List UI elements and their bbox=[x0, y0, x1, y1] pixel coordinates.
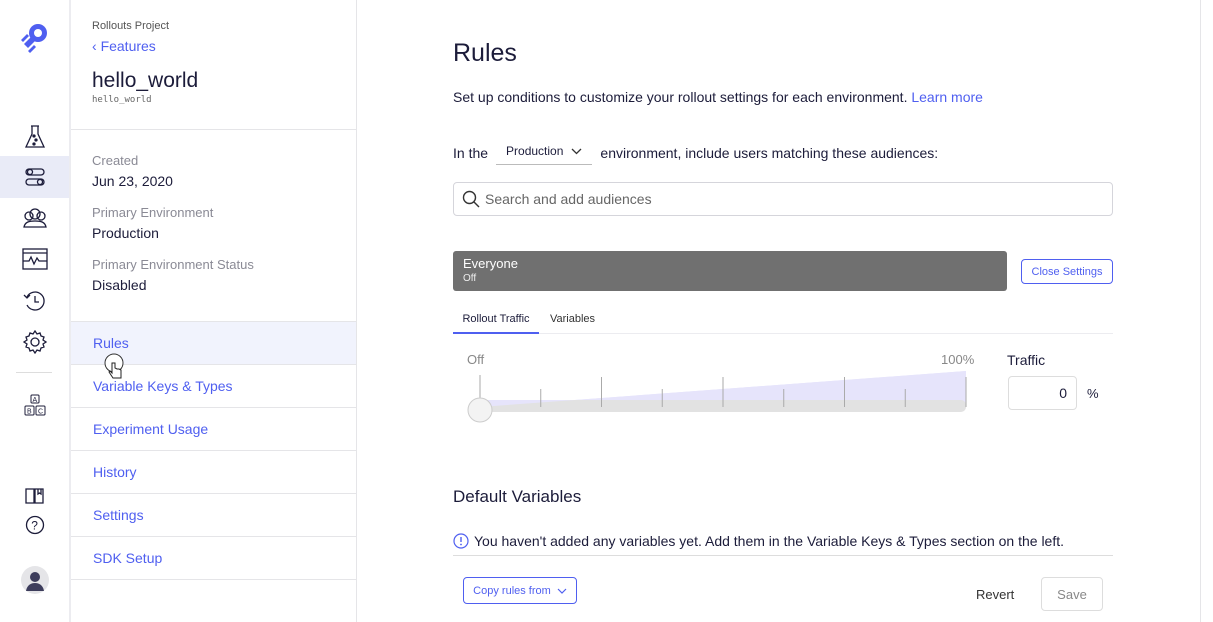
traffic-label: Traffic bbox=[1007, 352, 1046, 368]
rocket-logo-icon[interactable] bbox=[0, 20, 69, 54]
environment-dropdown[interactable]: Production bbox=[496, 144, 593, 165]
back-link-label: Features bbox=[100, 38, 156, 54]
primary-env-value: Production bbox=[92, 225, 159, 241]
history-icon[interactable] bbox=[0, 288, 69, 314]
save-button[interactable]: Save bbox=[1041, 577, 1103, 611]
settings-gear-icon[interactable] bbox=[0, 329, 69, 355]
svg-text:C: C bbox=[38, 409, 43, 416]
back-to-features-link[interactable]: ‹ Features bbox=[92, 38, 156, 54]
rule-name: Everyone bbox=[463, 256, 518, 271]
feature-sidebar: Rollouts Project ‹ Features hello_world … bbox=[71, 0, 357, 622]
feature-name: hello_world bbox=[92, 69, 199, 92]
search-placeholder: Search and add audiences bbox=[485, 191, 652, 207]
monitoring-icon[interactable] bbox=[0, 246, 69, 272]
nav-experiment-usage[interactable]: Experiment Usage bbox=[71, 408, 356, 451]
created-label: Created bbox=[92, 153, 139, 168]
copy-rules-label: Copy rules from bbox=[473, 584, 551, 597]
feature-key: hello_world bbox=[92, 95, 152, 105]
rule-everyone-bar[interactable]: Everyone Off bbox=[453, 251, 1007, 291]
hand-cursor-icon bbox=[104, 353, 124, 379]
project-name: Rollouts Project bbox=[92, 20, 170, 32]
no-variables-notice: You haven't added any variables yet. Add… bbox=[453, 533, 1064, 549]
default-variables-title: Default Variables bbox=[453, 487, 582, 506]
page-description: Set up conditions to customize your roll… bbox=[453, 89, 983, 105]
environment-value: Production bbox=[506, 144, 564, 158]
help-icon[interactable]: ? bbox=[0, 514, 69, 536]
tabs-divider bbox=[453, 333, 1113, 334]
chevron-down-icon bbox=[557, 588, 567, 594]
primary-env-label: Primary Environment bbox=[92, 205, 214, 220]
audiences-icon[interactable] bbox=[0, 204, 69, 232]
nav-sdk-setup[interactable]: SDK Setup bbox=[71, 537, 356, 580]
user-avatar[interactable] bbox=[0, 565, 69, 595]
icon-rail: ABC ? bbox=[0, 0, 71, 622]
revert-button[interactable]: Revert bbox=[976, 587, 1014, 602]
traffic-unit: % bbox=[1087, 386, 1099, 401]
rules-main: Rules Set up conditions to customize you… bbox=[357, 0, 1200, 622]
traffic-input[interactable]: 0 bbox=[1008, 376, 1077, 410]
environment-sentence: In the Production environment, include u… bbox=[453, 142, 939, 165]
description-text: Set up conditions to customize your roll… bbox=[453, 89, 908, 105]
info-exclamation-icon bbox=[453, 533, 469, 549]
close-settings-button[interactable]: Close Settings bbox=[1021, 259, 1113, 284]
divider bbox=[71, 129, 356, 130]
abc-variables-icon[interactable]: ABC bbox=[0, 393, 69, 419]
learn-more-link[interactable]: Learn more bbox=[911, 89, 983, 105]
docs-book-icon[interactable] bbox=[0, 486, 69, 506]
svg-text:A: A bbox=[32, 397, 37, 404]
tab-variables[interactable]: Variables bbox=[550, 313, 595, 325]
rule-status: Off bbox=[463, 273, 477, 284]
slider-handle bbox=[467, 397, 493, 423]
features-toggle-icon[interactable] bbox=[0, 156, 69, 198]
nav-settings[interactable]: Settings bbox=[71, 494, 356, 537]
search-icon bbox=[462, 190, 480, 208]
rail-divider bbox=[16, 372, 52, 373]
chevron-down-icon bbox=[571, 148, 582, 154]
experiments-flask-icon[interactable] bbox=[0, 122, 69, 152]
traffic-slider[interactable] bbox=[457, 365, 977, 425]
nav-history[interactable]: History bbox=[71, 451, 356, 494]
scrollbar[interactable] bbox=[1200, 0, 1213, 622]
tab-rollout-traffic[interactable]: Rollout Traffic bbox=[453, 313, 539, 334]
notice-text: You haven't added any variables yet. Add… bbox=[474, 533, 1065, 549]
primary-env-status-value: Disabled bbox=[92, 277, 147, 293]
copy-rules-dropdown[interactable]: Copy rules from bbox=[463, 577, 577, 604]
svg-text:?: ? bbox=[31, 519, 38, 533]
page-title: Rules bbox=[453, 39, 517, 67]
env-suffix: environment, include users matching thes… bbox=[600, 144, 939, 161]
svg-text:B: B bbox=[27, 409, 32, 416]
footer-divider bbox=[453, 555, 1113, 556]
primary-env-status-label: Primary Environment Status bbox=[92, 257, 254, 272]
chevron-left-icon: ‹ bbox=[92, 38, 101, 54]
created-value: Jun 23, 2020 bbox=[92, 173, 173, 189]
audience-search-input[interactable]: Search and add audiences bbox=[453, 182, 1113, 216]
env-prefix: In the bbox=[453, 144, 489, 161]
